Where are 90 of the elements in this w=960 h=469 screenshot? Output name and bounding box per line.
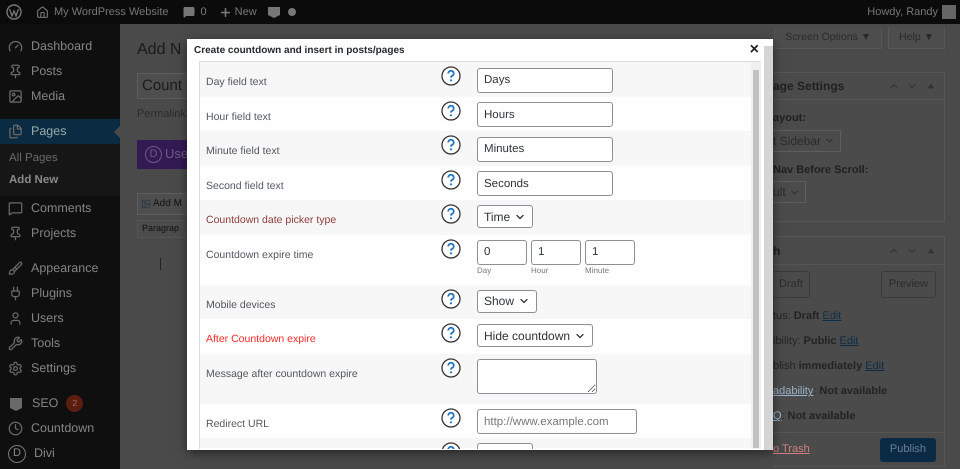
info-link[interactable]: adability [773, 383, 814, 400]
sidebar-item[interactable]: Countdown [0, 416, 120, 441]
field-label: Message after countdown expire [206, 368, 358, 380]
triangle-up-icon[interactable] [928, 83, 934, 89]
number-input[interactable]: 1 [531, 240, 581, 264]
divi-logo-icon: D [145, 146, 162, 162]
help-icon [441, 323, 461, 343]
site-name-link[interactable]: My WordPress Website [54, 4, 169, 20]
comment-icon [182, 6, 195, 18]
help-icon [441, 358, 461, 378]
sidebar-item[interactable]: Comments [0, 196, 120, 221]
text-input[interactable]: Days [477, 68, 613, 92]
field-label: Second field text [206, 180, 284, 192]
help-icon [441, 135, 461, 155]
help-icon [441, 66, 461, 86]
field-label: After Countdown expire [206, 333, 316, 345]
message-textarea[interactable] [477, 358, 597, 394]
text-cursor [160, 258, 161, 270]
number-input[interactable]: 1 [585, 240, 635, 264]
seo-logo-icon [8, 396, 24, 412]
field-label: Redirect URL [206, 418, 270, 430]
input-caption: Day [477, 266, 492, 276]
dropdown[interactable]: Hide countdown [477, 324, 594, 347]
sidebar-item[interactable]: Pages [0, 119, 120, 144]
field-label: Day field text [206, 76, 267, 88]
input-caption: Minute [585, 266, 610, 276]
field-label: Countdown date picker type [206, 214, 336, 226]
text-input[interactable]: Minutes [477, 136, 613, 162]
notification-badge: 2 [66, 395, 84, 412]
greeting-text[interactable]: Howdy, Randy [867, 4, 938, 20]
help-icon [441, 170, 461, 190]
sidebar-item[interactable]: Media [0, 84, 120, 109]
field-label: Hour field text [206, 110, 271, 122]
comment-icon [8, 201, 23, 216]
comment-count[interactable]: 0 [200, 4, 207, 20]
submenu-item[interactable]: All Pages [0, 148, 120, 170]
current-arrow-icon [114, 126, 120, 138]
close-button[interactable]: × [750, 42, 759, 58]
number-input[interactable]: 0 [477, 240, 527, 264]
settings-icon [8, 361, 23, 376]
brush-icon [8, 261, 23, 276]
help-icon [441, 100, 461, 120]
help-icon [441, 238, 461, 258]
sidebar-item[interactable]: Dashboard [0, 34, 120, 59]
help-icon [441, 408, 461, 428]
help-icon [441, 204, 461, 224]
dropdown[interactable]: Show [477, 290, 538, 312]
pin-icon [8, 64, 23, 79]
divi-logo-icon: D [8, 444, 26, 462]
triangle-up-icon[interactable] [928, 248, 934, 254]
trash-link[interactable]: o Trash [773, 441, 810, 458]
sidebar-item[interactable]: SEO 2 [0, 391, 120, 416]
text-input[interactable]: http://www.example.com [477, 409, 637, 434]
wrench-icon [8, 336, 23, 351]
new-link[interactable]: New [234, 4, 257, 20]
inner-scrollbar[interactable] [751, 62, 761, 449]
sidebar-item[interactable]: Projects [0, 221, 120, 246]
home-icon [36, 6, 49, 18]
input-caption: Hour [531, 266, 548, 276]
image-icon [141, 198, 151, 208]
submenu-item[interactable]: Add New [0, 170, 120, 192]
clock-icon [8, 421, 23, 436]
sidebar-item[interactable]: Settings [0, 356, 120, 381]
field-label: Mobile devices [206, 298, 276, 310]
text-input[interactable]: Seconds [477, 171, 613, 196]
sidebar-item[interactable]: Appearance [0, 256, 120, 281]
avatar[interactable] [942, 5, 956, 19]
dashboard-icon [8, 39, 23, 54]
sidebar-item[interactable]: Users [0, 306, 120, 331]
dialog-title: Create countdown and insert in posts/pages [194, 44, 405, 58]
plus-icon [218, 6, 232, 18]
plug-icon [8, 286, 23, 301]
wordpress-logo-icon[interactable] [6, 4, 22, 20]
user-icon [8, 311, 23, 326]
publish-button[interactable]: Publish [880, 438, 936, 462]
pin-icon [8, 226, 23, 241]
field-label: Minute field text [206, 145, 280, 157]
help-icon [441, 288, 461, 308]
image-icon [8, 89, 23, 104]
sidebar-item[interactable]: Posts [0, 59, 120, 84]
pages-icon [8, 124, 23, 139]
dialog-scrollbar[interactable] [764, 46, 773, 450]
dropdown[interactable]: Time [477, 205, 534, 228]
info-link[interactable]: Q [773, 408, 782, 425]
sidebar-item[interactable]: Tools [0, 331, 120, 356]
seo-logo-icon[interactable] [266, 5, 281, 19]
text-input[interactable]: Hours [477, 102, 613, 127]
sidebar-item[interactable]: Plugins [0, 281, 120, 306]
field-label: Countdown expire time [206, 248, 314, 260]
sidebar-item[interactable]: D Divi [0, 441, 120, 466]
